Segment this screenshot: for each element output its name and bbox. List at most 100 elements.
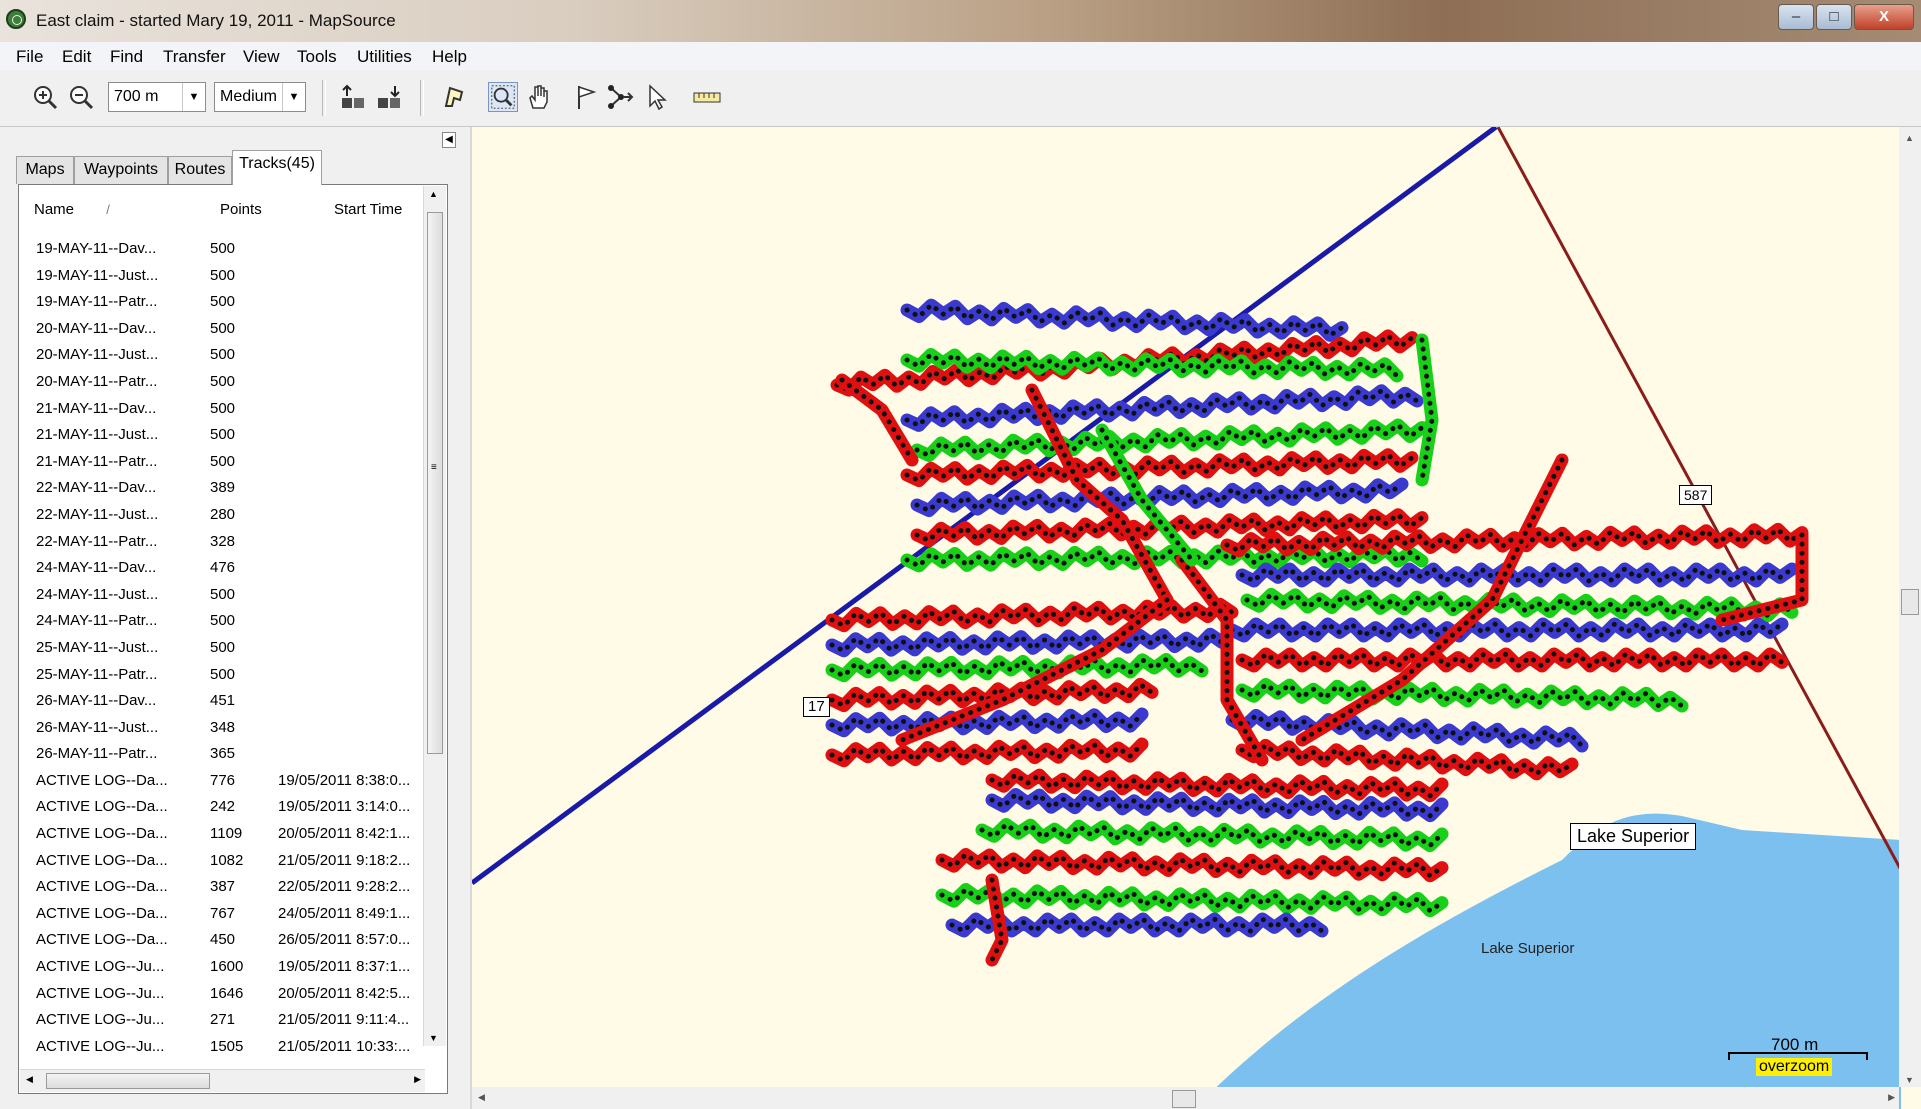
map-hscroll-thumb[interactable] — [1172, 1090, 1196, 1108]
list-hscroll-thumb[interactable] — [46, 1073, 210, 1089]
menu-file[interactable]: File — [16, 47, 43, 67]
column-start-time[interactable]: Start Time — [334, 201, 402, 218]
route-tool-icon[interactable] — [606, 82, 636, 112]
track-name-cell: 19-MAY-11--Dav... — [36, 240, 157, 257]
scroll-up-icon[interactable]: ▲ — [429, 189, 438, 199]
track-name-cell: 20-MAY-11--Dav... — [36, 319, 157, 337]
route-17-shield: 17 — [803, 697, 830, 717]
table-row[interactable]: 19-MAY-11--Just... 500 — [20, 264, 440, 291]
menu-transfer[interactable]: Transfer — [163, 47, 226, 67]
menu-view[interactable]: View — [243, 47, 280, 67]
close-button[interactable]: X — [1854, 4, 1914, 30]
zoom-select[interactable]: 700 m ▼ — [108, 82, 206, 112]
menu-tools[interactable]: Tools — [297, 47, 337, 67]
table-row[interactable]: ACTIVE LOG--Ju... 1600 19/05/2011 8:37:1..… — [20, 955, 440, 982]
list-horizontal-scrollbar[interactable]: ◀ ▶ — [20, 1069, 425, 1092]
menu-find[interactable]: Find — [110, 47, 143, 67]
menu-help[interactable]: Help — [432, 47, 467, 67]
tab-maps[interactable]: Maps — [16, 156, 74, 184]
tracks-list[interactable]: Name / Points Start Time 19-MAY-11--Dav.… — [18, 184, 448, 1094]
column-name[interactable]: Name / — [34, 201, 110, 218]
table-row[interactable]: 21-MAY-11--Dav... 500 — [20, 397, 440, 424]
table-row[interactable]: 19-MAY-11--Dav... 500 — [20, 237, 440, 264]
map-vertical-scrollbar[interactable]: ▲ ▼ — [1899, 127, 1921, 1087]
column-points[interactable]: Points — [220, 201, 262, 218]
track-name-cell: 24-MAY-11--Dav... — [36, 559, 157, 577]
table-row[interactable]: 22-MAY-11--Dav... 389 — [20, 476, 440, 503]
tab-waypoints[interactable]: Waypoints — [74, 156, 168, 184]
map-horizontal-scrollbar[interactable]: ◀ ▶ — [472, 1087, 1899, 1109]
scroll-down-icon[interactable]: ▼ — [429, 1033, 438, 1043]
track-start-cell: 24/05/2011 8:49:1... — [278, 904, 411, 922]
table-row[interactable]: 21-MAY-11--Patr... 500 — [20, 450, 440, 477]
table-row[interactable]: 26-MAY-11--Just... 348 — [20, 716, 440, 743]
table-row[interactable]: ACTIVE LOG--Da... 1082 21/05/2011 9:18:2..… — [20, 849, 440, 876]
waypoint-flag-icon[interactable] — [570, 82, 600, 112]
table-row[interactable]: 19-MAY-11--Patr... 500 — [20, 290, 440, 317]
table-row[interactable]: 24-MAY-11--Just... 500 — [20, 583, 440, 610]
track-points-cell: 348 — [210, 718, 236, 736]
table-row[interactable]: ACTIVE LOG--Da... 776 19/05/2011 8:38:0... — [20, 769, 440, 796]
scroll-right-icon[interactable]: ▶ — [1888, 1092, 1895, 1103]
menu-edit[interactable]: Edit — [62, 47, 91, 67]
table-row[interactable]: 21-MAY-11--Just... 500 — [20, 423, 440, 450]
table-row[interactable]: 20-MAY-11--Dav... 500 — [20, 317, 440, 344]
track-points-cell: 500 — [210, 346, 236, 364]
table-row[interactable]: 26-MAY-11--Dav... 451 — [20, 689, 440, 716]
table-row[interactable]: 24-MAY-11--Patr... 500 — [20, 609, 440, 636]
list-vertical-scrollbar[interactable]: ▲ ≡ ▼ — [423, 186, 446, 1046]
scroll-up-icon[interactable]: ▲ — [1905, 133, 1914, 143]
toolbar-separator — [420, 80, 424, 116]
map-view[interactable]: 17 587 — [470, 127, 1921, 1109]
table-row[interactable]: ACTIVE LOG--Da... 387 22/05/2011 9:28:2... — [20, 875, 440, 902]
tab-routes[interactable]: Routes — [168, 156, 232, 184]
zoom-out-icon[interactable] — [66, 82, 96, 112]
table-row[interactable]: ACTIVE LOG--Da... 1109 20/05/2011 8:42:1..… — [20, 822, 440, 849]
minimize-button[interactable]: – — [1778, 4, 1814, 30]
track-points-cell: 1109 — [210, 825, 243, 843]
send-to-device-icon[interactable] — [338, 82, 368, 112]
table-row[interactable]: 22-MAY-11--Just... 280 — [20, 503, 440, 530]
track-name-cell: ACTIVE LOG--Ju... — [36, 984, 165, 1002]
receive-from-device-icon[interactable] — [374, 82, 404, 112]
scroll-left-icon[interactable]: ◀ — [26, 1074, 33, 1085]
track-points-cell: 451 — [210, 692, 236, 710]
zoom-tool-icon[interactable] — [488, 82, 518, 112]
pin-icon[interactable]: ◀ — [442, 132, 456, 148]
menu-utilities[interactable]: Utilities — [357, 47, 412, 67]
distance-ruler-icon[interactable] — [692, 82, 722, 112]
table-row[interactable]: 25-MAY-11--Patr... 500 — [20, 663, 440, 690]
table-row[interactable]: ACTIVE LOG--Ju... 1646 20/05/2011 8:42:5..… — [20, 982, 440, 1009]
table-row[interactable]: 20-MAY-11--Just... 500 — [20, 343, 440, 370]
table-row[interactable]: 26-MAY-11--Patr... 365 — [20, 742, 440, 769]
tab-tracks[interactable]: Tracks(45) — [232, 150, 322, 185]
hand-tool-icon[interactable] — [524, 82, 554, 112]
app-globe-icon[interactable] — [6, 9, 26, 29]
table-row[interactable]: 20-MAY-11--Patr... 500 — [20, 370, 440, 397]
select-arrow-icon[interactable] — [642, 82, 672, 112]
list-scroll-thumb[interactable] — [427, 212, 443, 754]
map-tool-icon[interactable] — [440, 82, 470, 112]
table-row[interactable]: ACTIVE LOG--Da... 242 19/05/2011 3:14:0... — [20, 795, 440, 822]
table-row[interactable]: ACTIVE LOG--Ju... 1505 21/05/2011 10:33:..… — [20, 1035, 440, 1062]
maximize-button[interactable]: □ — [1816, 4, 1852, 30]
table-row[interactable]: 25-MAY-11--Just... 500 — [20, 636, 440, 663]
table-row[interactable]: ACTIVE LOG--Da... 767 24/05/2011 8:49:1... — [20, 902, 440, 929]
detail-select[interactable]: Medium ▼ — [214, 82, 306, 112]
table-row[interactable]: 24-MAY-11--Dav... 476 — [20, 556, 440, 583]
scroll-right-icon[interactable]: ▶ — [414, 1074, 421, 1085]
table-row[interactable]: ACTIVE LOG--Da... 450 26/05/2011 8:57:0... — [20, 928, 440, 955]
scroll-left-icon[interactable]: ◀ — [478, 1092, 485, 1103]
track-name-cell: 26-MAY-11--Patr... — [36, 745, 158, 763]
map-canvas[interactable] — [472, 127, 1921, 1109]
zoom-in-icon[interactable] — [30, 82, 60, 112]
table-row[interactable]: ACTIVE LOG--Ju... 271 21/05/2011 9:11:4... — [20, 1008, 440, 1035]
track-points-cell: 500 — [210, 585, 236, 603]
toolbar: 700 m ▼ Medium ▼ — [0, 70, 1921, 127]
track-name-cell: ACTIVE LOG--Ju... — [36, 1011, 165, 1029]
map-vscroll-thumb[interactable] — [1901, 589, 1919, 615]
menu-bar: File Edit Find Transfer View Tools Utili… — [0, 42, 1921, 71]
table-row[interactable]: 22-MAY-11--Patr... 328 — [20, 530, 440, 557]
scroll-down-icon[interactable]: ▼ — [1905, 1075, 1914, 1085]
track-name-cell: ACTIVE LOG--Da... — [36, 931, 168, 949]
